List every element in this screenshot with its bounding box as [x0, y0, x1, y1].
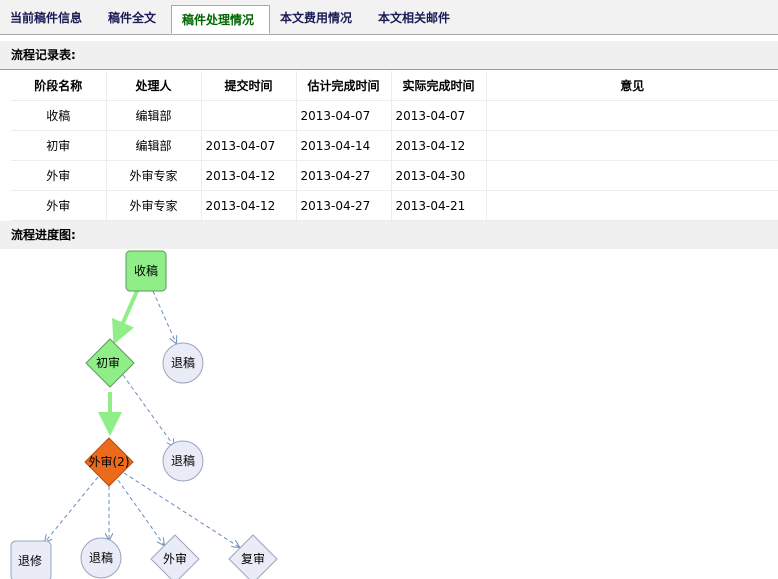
cell-estimated-time: 2013-04-14: [296, 130, 392, 161]
cell-opinion: [486, 160, 778, 191]
node-reject-1-label: 退稿: [171, 355, 195, 370]
col-header-stage: 阶段名称: [11, 71, 107, 101]
cell-estimated-time: 2013-04-27: [296, 160, 392, 191]
cell-handler: 编辑部: [106, 130, 202, 161]
cell-estimated-time: 2013-04-07: [296, 100, 392, 131]
col-header-estimated-time: 估计完成时间: [296, 71, 392, 101]
cell-estimated-time: 2013-04-27: [296, 190, 392, 221]
cell-stage: 收稿: [11, 100, 107, 131]
node-receive-label: 收稿: [134, 263, 158, 278]
cell-stage: 初审: [11, 130, 107, 161]
cell-handler: 外审专家: [106, 190, 202, 221]
node-external-review[interactable]: 外审(2): [84, 437, 134, 487]
cell-actual-time: 2013-04-07: [391, 100, 487, 131]
flow-title: 流程进度图:: [0, 221, 778, 249]
cell-submit-time: 2013-04-12: [201, 160, 297, 191]
node-reject-3-label: 退稿: [89, 550, 113, 565]
node-receive[interactable]: 收稿: [125, 250, 167, 292]
node-re-review[interactable]: 复审: [228, 534, 278, 579]
tab-fee-status[interactable]: 本文费用情况: [280, 5, 352, 31]
table-header-row: 阶段名称 处理人 提交时间 估计完成时间 实际完成时间 意见: [11, 71, 778, 101]
table-row: 外审 外审专家 2013-04-12 2013-04-27 2013-04-30: [11, 160, 778, 191]
tab-processing-status[interactable]: 稿件处理情况: [171, 5, 270, 34]
cell-stage: 外审: [11, 190, 107, 221]
cell-handler: 外审专家: [106, 160, 202, 191]
node-reject-3[interactable]: 退稿: [80, 537, 122, 579]
col-header-handler: 处理人: [106, 71, 202, 101]
table-row: 初审 编辑部 2013-04-07 2013-04-14 2013-04-12: [11, 130, 778, 161]
flow-diagram: 收稿 退稿 初审 退稿 外审(2) 退修 退稿 外审 复审: [10, 250, 278, 579]
cell-opinion: [486, 100, 778, 131]
edge-receive-to-first-review: [112, 290, 139, 345]
node-first-review[interactable]: 初审: [85, 338, 135, 388]
edge-receive-to-reject: [152, 290, 176, 343]
node-reject-1[interactable]: 退稿: [162, 342, 204, 384]
table-row: 收稿 编辑部 2013-04-07 2013-04-07: [11, 100, 778, 131]
edge-external-to-revise: [45, 476, 99, 542]
records-title: 流程记录表:: [0, 41, 778, 69]
records-table: 阶段名称 处理人 提交时间 估计完成时间 实际完成时间 意见 收稿 编辑部 20…: [11, 71, 778, 221]
table-row: 外审 外审专家 2013-04-12 2013-04-27 2013-04-21: [11, 190, 778, 221]
tab-bar: 当前稿件信息 稿件全文 稿件处理情况 本文费用情况 本文相关邮件: [0, 0, 778, 35]
cell-opinion: [486, 130, 778, 161]
cell-submit-time: 2013-04-12: [201, 190, 297, 221]
edge-external-to-external2: [117, 479, 164, 545]
tab-current-manuscript-info[interactable]: 当前稿件信息: [10, 5, 82, 31]
col-header-submit-time: 提交时间: [201, 71, 297, 101]
edge-first-review-to-reject: [122, 374, 174, 446]
col-header-actual-time: 实际完成时间: [391, 71, 487, 101]
tab-related-emails[interactable]: 本文相关邮件: [378, 5, 450, 31]
node-external-2[interactable]: 外审: [150, 534, 200, 579]
node-reject-2[interactable]: 退稿: [162, 440, 204, 482]
cell-handler: 编辑部: [106, 100, 202, 131]
cell-stage: 外审: [11, 160, 107, 191]
node-revise[interactable]: 退修: [10, 540, 52, 579]
edge-external-to-re-review: [123, 472, 239, 547]
divider: [0, 69, 778, 70]
node-external-review-label: 外审(2): [89, 454, 130, 469]
node-re-review-label: 复审: [241, 551, 265, 566]
cell-submit-time: [201, 100, 297, 131]
tab-manuscript-fulltext[interactable]: 稿件全文: [108, 5, 156, 31]
cell-opinion: [486, 190, 778, 221]
node-external-2-label: 外审: [163, 551, 187, 566]
node-revise-label: 退修: [18, 553, 42, 568]
cell-actual-time: 2013-04-21: [391, 190, 487, 221]
col-header-opinion: 意见: [486, 71, 778, 101]
node-reject-2-label: 退稿: [171, 453, 195, 468]
node-first-review-label: 初审: [96, 355, 120, 370]
cell-submit-time: 2013-04-07: [201, 130, 297, 161]
cell-actual-time: 2013-04-12: [391, 130, 487, 161]
cell-actual-time: 2013-04-30: [391, 160, 487, 191]
